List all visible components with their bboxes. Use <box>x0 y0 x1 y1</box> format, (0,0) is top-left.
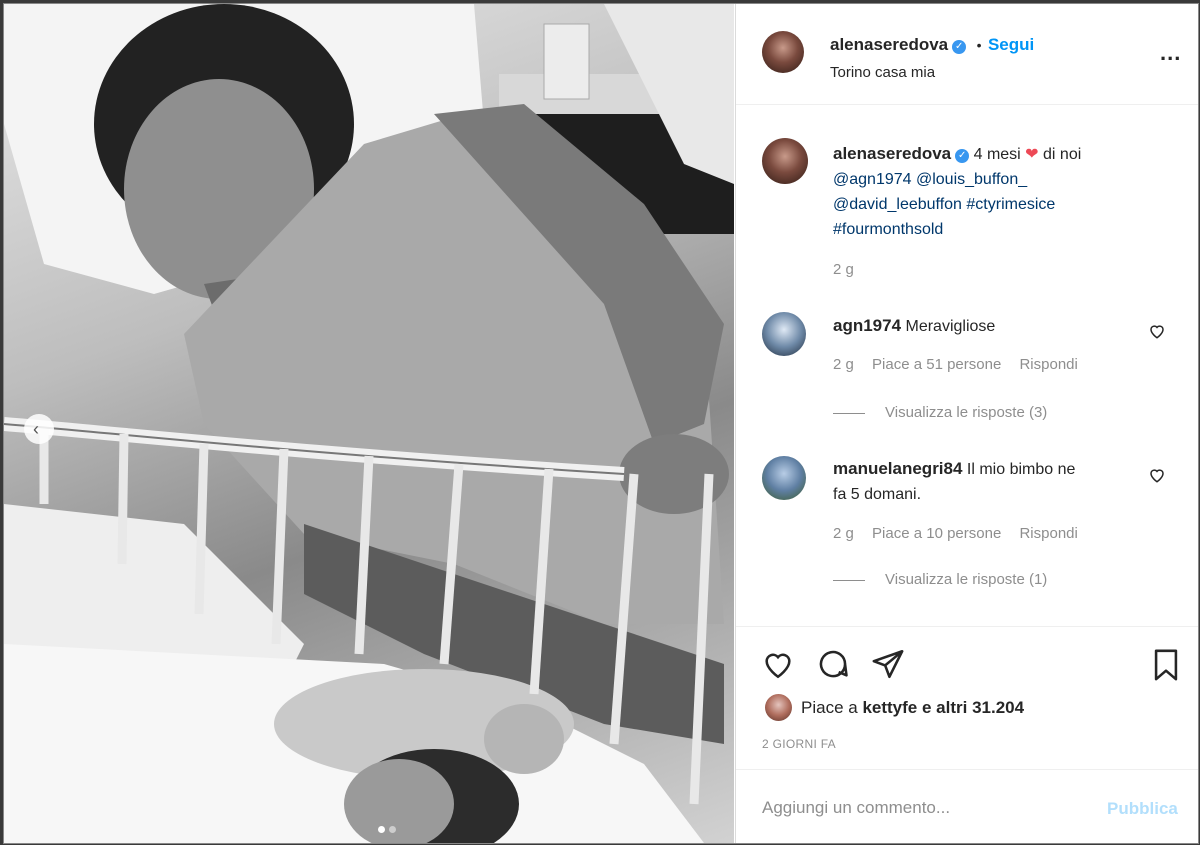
comment-icon <box>819 650 848 678</box>
comment-time[interactable]: 2 g <box>833 525 854 542</box>
comment-meta: 2 g Piace a 51 persone Rispondi <box>833 356 1078 373</box>
previous-photo-button[interactable]: ‹ <box>24 414 54 444</box>
carousel-dot-active <box>378 826 385 833</box>
author-avatar[interactable] <box>762 31 804 73</box>
follow-button[interactable]: Segui <box>988 35 1034 54</box>
comment-like-button[interactable] <box>1148 466 1166 484</box>
likes-prefix: Piace a <box>801 698 858 717</box>
likes-summary[interactable]: Piace a kettyfe e altri 31.204 <box>801 698 1024 718</box>
heart-icon <box>765 653 791 679</box>
post-date[interactable]: 2 GIORNI FA <box>762 737 836 751</box>
post-dialog: ‹ alenaseredova ✓ • Segui Torino casa mia… <box>3 3 1199 844</box>
reply-button[interactable]: Rispondi <box>1019 356 1077 373</box>
caption-text: alenaseredova ✓ 4 mesi ❤ di noi @agn1974 … <box>833 141 1081 242</box>
more-options-button[interactable]: ... <box>1160 40 1181 66</box>
comment-likes[interactable]: Piace a 51 persone <box>872 356 1001 373</box>
post-header: alenaseredova ✓ • Segui Torino casa mia .… <box>736 4 1198 105</box>
mention-link[interactable]: @david_leebuffon <box>833 196 962 213</box>
comment-text: Il mio bimbo ne <box>966 461 1076 478</box>
comment-avatar[interactable] <box>762 456 806 500</box>
view-replies-button[interactable]: Visualizza le risposte (3) <box>833 404 1047 421</box>
view-replies-button[interactable]: Visualizza le risposte (1) <box>833 571 1047 588</box>
hashtag-link[interactable]: #ctyrimesice <box>966 196 1055 213</box>
heart-icon <box>1150 469 1164 483</box>
comment-meta: 2 g Piace a 10 persone Rispondi <box>833 525 1078 542</box>
bookmark-icon <box>1154 649 1178 681</box>
comment-text-cont: fa 5 domani. <box>833 486 922 503</box>
comment-body: manuelanegri84 Il mio bimbo ne fa 5 doma… <box>833 456 1075 507</box>
heart-icon <box>1150 325 1164 339</box>
comment-username[interactable]: manuelanegri84 <box>833 459 962 478</box>
mention-link[interactable]: @louis_buffon_ <box>916 171 1027 188</box>
share-icon <box>872 649 904 679</box>
liker-username[interactable]: kettyfe <box>862 698 917 717</box>
publish-button[interactable]: Pubblica <box>1107 799 1178 819</box>
comment-body: agn1974 Meravigliose <box>833 313 995 339</box>
verified-icon: ✓ <box>952 40 967 54</box>
post-side-panel: alenaseredova ✓ • Segui Torino casa mia .… <box>735 4 1198 843</box>
comment-like-button[interactable] <box>1148 322 1166 340</box>
likes-count[interactable]: e altri 31.204 <box>922 698 1024 717</box>
comment-likes[interactable]: Piace a 10 persone <box>872 525 1001 542</box>
author-line: alenaseredova ✓ • Segui <box>830 35 1034 55</box>
post-location[interactable]: Torino casa mia <box>830 64 935 81</box>
divider <box>833 579 865 581</box>
separator: • <box>976 37 982 53</box>
like-button[interactable] <box>760 647 796 686</box>
photo-illustration <box>4 4 734 843</box>
save-button[interactable] <box>1149 647 1183 688</box>
caption-time[interactable]: 2 g <box>833 261 854 278</box>
comment-text: Meravigliose <box>905 318 996 335</box>
action-bar <box>736 626 1198 681</box>
red-heart-icon: ❤ <box>1025 146 1039 163</box>
post-photo[interactable]: ‹ <box>4 4 734 843</box>
reply-button[interactable]: Rispondi <box>1019 525 1077 542</box>
add-comment-bar: Aggiungi un commento... Pubblica <box>736 769 1198 843</box>
hashtag-link[interactable]: #fourmonthsold <box>833 221 943 238</box>
comment-button[interactable] <box>816 647 850 686</box>
carousel-dot <box>389 826 396 833</box>
chevron-left-icon: ‹ <box>33 419 39 439</box>
liker-avatar[interactable] <box>765 694 792 721</box>
caption-text-before: 4 mesi <box>973 146 1021 163</box>
comment-input[interactable]: Aggiungi un commento... <box>762 798 950 818</box>
author-username[interactable]: alenaseredova <box>830 35 948 54</box>
verified-icon: ✓ <box>955 149 970 163</box>
caption-username[interactable]: alenaseredova <box>833 144 951 163</box>
caption-text-after: di noi <box>1043 146 1082 163</box>
view-replies-label: Visualizza le risposte (1) <box>885 571 1048 588</box>
view-replies-label: Visualizza le risposte (3) <box>885 404 1048 421</box>
share-button[interactable] <box>871 647 905 686</box>
mention-link[interactable]: @agn1974 <box>833 171 912 188</box>
comment-avatar[interactable] <box>762 312 806 356</box>
carousel-dots <box>376 820 398 838</box>
comment-time[interactable]: 2 g <box>833 356 854 373</box>
comment-username[interactable]: agn1974 <box>833 316 901 335</box>
divider <box>833 412 865 414</box>
caption-avatar[interactable] <box>762 138 808 184</box>
